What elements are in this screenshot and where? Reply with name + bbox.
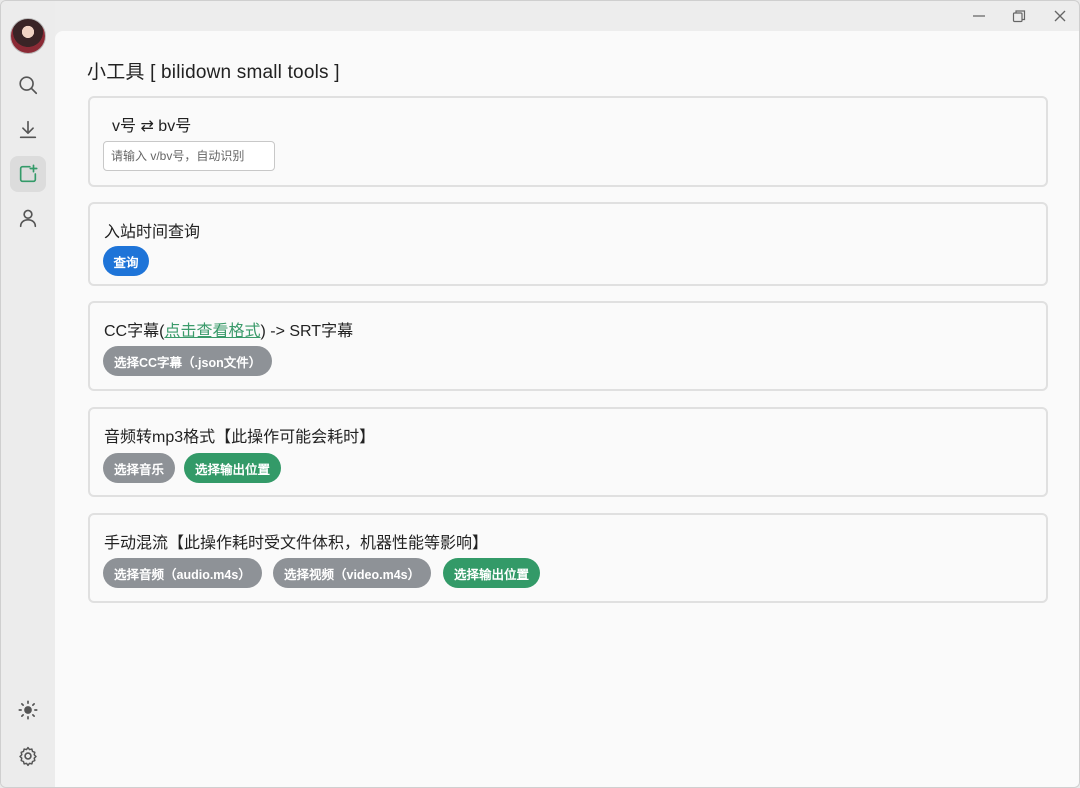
page-title: 小工具 [ bilidown small tools ] [87,62,340,83]
download-icon [19,120,37,139]
user-icon [19,209,37,228]
card-av-bv-convert: v号 ⇄ bv号 [88,96,1048,187]
select-cc-button[interactable]: 选择CC字幕（.json文件） [103,346,273,376]
gear-icon [19,746,37,767]
card-title: 手动混流【此操作耗时受文件体积，机器性能等影响】 [104,535,489,552]
format-link[interactable]: 点击查看格式 [164,323,260,340]
close-button[interactable] [1040,1,1079,31]
select-music-button[interactable]: 选择音乐 [103,453,176,483]
title-suffix: ) -> SRT字幕 [260,323,354,340]
title-prefix: CC字幕( [104,323,165,340]
card-title: CC字幕(点击查看格式) -> SRT字幕 [104,317,353,341]
main-content: 小工具 [ bilidown small tools ] v号 ⇄ bv号 入站… [55,31,1079,787]
sidebar-item-user[interactable] [10,200,46,236]
sidebar-item-tools[interactable] [10,156,46,192]
minimize-icon [973,15,985,17]
minimize-button[interactable] [959,1,999,31]
sun-icon [18,700,38,720]
sidebar-item-search[interactable] [10,67,46,103]
card-to-mp3: 音频转mp3格式【此操作可能会耗时】 选择音乐 选择输出位置 [88,407,1048,497]
card-cc-to-srt: CC字幕(点击查看格式) -> SRT字幕 选择CC字幕（.json文件） [88,301,1048,391]
close-icon [1054,10,1066,22]
button-row: 查询 [103,246,1003,276]
select-audio-button[interactable]: 选择音频（audio.m4s） [103,558,262,588]
card-manual-mux: 手动混流【此操作耗时受文件体积，机器性能等影响】 选择音频（audio.m4s）… [88,513,1048,603]
select-output-button[interactable]: 选择输出位置 [184,453,282,483]
button-row: 选择CC字幕（.json文件） [103,346,1003,376]
theme-toggle[interactable] [10,692,46,728]
avatar[interactable] [10,18,46,54]
tools-icon [19,164,38,183]
select-output-button[interactable]: 选择输出位置 [443,558,541,588]
card-title: v号 ⇄ bv号 [112,118,192,135]
app-window: 小工具 [ bilidown small tools ] v号 ⇄ bv号 入站… [0,0,1080,788]
card-join-time: 入站时间查询 查询 [88,202,1048,286]
query-button[interactable]: 查询 [103,246,149,276]
button-row: 选择音频（audio.m4s） 选择视频（video.m4s） 选择输出位置 [103,558,1003,588]
search-icon [19,76,38,95]
card-title: 入站时间查询 [104,224,201,241]
av-bv-input[interactable] [103,141,275,171]
sidebar [1,1,55,787]
button-row: 选择音乐 选择输出位置 [103,453,1003,483]
sidebar-item-download[interactable] [10,112,46,148]
settings-button[interactable] [10,738,46,774]
card-title: 音频转mp3格式【此操作可能会耗时】 [104,429,376,446]
restore-icon [1012,10,1026,23]
restore-button[interactable] [999,1,1039,31]
select-video-button[interactable]: 选择视频（video.m4s） [273,558,432,588]
